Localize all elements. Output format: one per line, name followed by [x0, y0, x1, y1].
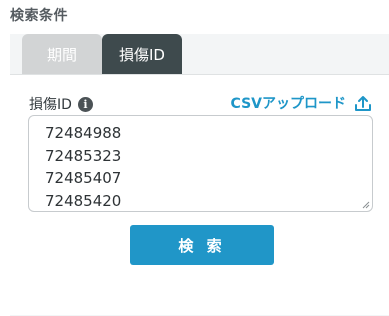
tab-damage-id-label: 損傷ID [119, 45, 165, 64]
csv-upload-label: CSVアップロード [230, 96, 346, 112]
damage-id-line: 72484988 [45, 124, 122, 142]
damage-id-line: 72485323 [45, 146, 122, 165]
info-icon[interactable]: i [77, 96, 93, 112]
damage-id-label: 損傷ID i [29, 94, 93, 114]
tab-period-label: 期間 [46, 45, 77, 64]
search-button-label: 検 索 [178, 236, 226, 255]
damage-id-label-text: 損傷ID [29, 97, 72, 113]
tab-period[interactable]: 期間 [22, 34, 102, 74]
section-title: 検索条件 [10, 8, 68, 24]
upload-icon [355, 96, 371, 111]
damage-id-textarea[interactable]: 72484988 72485323 72485407 72485420 7248… [28, 115, 373, 212]
damage-id-line: 72485420 [45, 191, 122, 210]
tab-damage-id[interactable]: 損傷ID [102, 34, 182, 74]
csv-upload-link[interactable]: CSVアップロード [231, 93, 372, 113]
damage-id-lines: 72484988 72485323 72485407 72485420 7248… [45, 122, 122, 211]
damage-id-line: 72485407 [45, 169, 122, 187]
resize-grip-icon[interactable] [360, 199, 370, 209]
search-button[interactable]: 検 索 [130, 225, 274, 265]
